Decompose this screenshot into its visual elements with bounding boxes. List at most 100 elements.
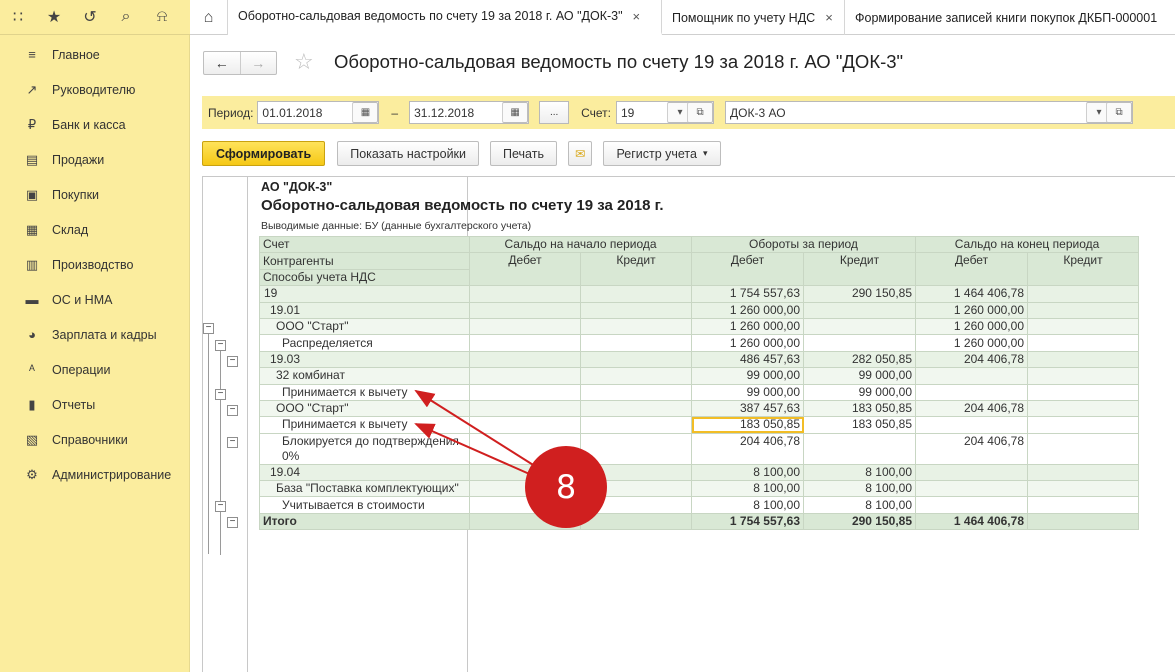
- collapse-toggle[interactable]: −: [215, 340, 226, 351]
- table-row[interactable]: 19.01 1 260 000,00 1 260 000,00: [259, 301, 1139, 319]
- amount-cell[interactable]: [1027, 463, 1139, 482]
- amount-cell[interactable]: 183 050,85: [691, 416, 804, 434]
- amount-cell[interactable]: [915, 480, 1028, 498]
- amount-cell[interactable]: [803, 334, 916, 352]
- sidebar-item-warehouse[interactable]: ▦ Склад: [0, 212, 189, 247]
- amount-cell[interactable]: [580, 317, 692, 336]
- row-label[interactable]: 19: [259, 285, 470, 303]
- tab-osv[interactable]: Оборотно-сальдовая ведомость по счету 19…: [228, 0, 662, 35]
- calendar-icon[interactable]: ▦: [502, 102, 529, 123]
- open-icon[interactable]: ⧉: [687, 102, 713, 123]
- amount-cell[interactable]: [469, 317, 581, 336]
- amount-cell[interactable]: 1 464 406,78: [915, 285, 1028, 303]
- sidebar-item-bank[interactable]: ₽ Банк и касса: [0, 107, 189, 142]
- close-icon[interactable]: ×: [633, 9, 641, 24]
- amount-cell[interactable]: 99 000,00: [691, 367, 804, 385]
- register-button[interactable]: Регистр учета ▾: [603, 141, 721, 166]
- favorite-star-icon[interactable]: ☆: [294, 49, 314, 75]
- amount-cell[interactable]: [915, 463, 1028, 482]
- show-settings-button[interactable]: Показать настройки: [337, 141, 480, 166]
- amount-cell[interactable]: 99 000,00: [803, 383, 916, 401]
- open-icon[interactable]: ⧉: [1106, 102, 1132, 123]
- table-row[interactable]: База "Поставка комплектующих" 8 100,00 8 1…: [259, 480, 1139, 498]
- back-arrow-icon[interactable]: ←: [204, 52, 240, 74]
- collapse-toggle[interactable]: −: [227, 356, 238, 367]
- amount-cell[interactable]: [469, 301, 581, 319]
- period-select-button[interactable]: ...: [539, 101, 570, 124]
- amount-cell[interactable]: [469, 383, 581, 401]
- sidebar-item-directories[interactable]: ▧ Справочники: [0, 422, 189, 457]
- home-icon[interactable]: ⌂: [190, 0, 228, 35]
- email-icon[interactable]: ✉: [567, 141, 593, 166]
- amount-cell[interactable]: 8 100,00: [803, 496, 916, 514]
- amount-cell[interactable]: [1027, 350, 1139, 369]
- star-icon[interactable]: ★: [36, 0, 72, 35]
- amount-cell[interactable]: 8 100,00: [691, 480, 804, 498]
- amount-cell[interactable]: [1027, 399, 1139, 418]
- row-label[interactable]: Принимается к вычету: [259, 416, 470, 434]
- amount-cell[interactable]: 204 406,78: [915, 399, 1028, 418]
- amount-cell[interactable]: 204 406,78: [691, 432, 804, 465]
- amount-cell[interactable]: 204 406,78: [915, 432, 1028, 465]
- row-label[interactable]: Принимается к вычету: [259, 383, 470, 401]
- sidebar-item-purchases[interactable]: ▣ Покупки: [0, 177, 189, 212]
- amount-cell[interactable]: [580, 399, 692, 418]
- amount-cell[interactable]: 1 260 000,00: [915, 334, 1028, 352]
- tab-purchase-book[interactable]: Формирование записей книги покупок ДКБП-…: [845, 0, 1175, 35]
- row-label[interactable]: 19.01: [259, 301, 470, 319]
- row-label[interactable]: ООО "Старт": [259, 317, 470, 336]
- table-row[interactable]: 19.04 8 100,00 8 100,00: [259, 463, 1139, 482]
- amount-cell[interactable]: 1 260 000,00: [915, 301, 1028, 319]
- sidebar-item-sales[interactable]: ▤ Продажи: [0, 142, 189, 177]
- amount-cell[interactable]: [580, 367, 692, 385]
- amount-cell[interactable]: 1 260 000,00: [915, 317, 1028, 336]
- amount-cell[interactable]: 387 457,63: [691, 399, 804, 418]
- table-row[interactable]: Принимается к вычету 99 000,00 99 000,00: [259, 383, 1139, 401]
- amount-cell[interactable]: [580, 301, 692, 319]
- sidebar-item-operations[interactable]: ᴬ Операции: [0, 352, 189, 387]
- amount-cell[interactable]: [580, 416, 692, 434]
- sidebar-item-reports[interactable]: ▮ Отчеты: [0, 387, 189, 422]
- sidebar-item-main[interactable]: ≡ Главное: [0, 37, 189, 72]
- amount-cell[interactable]: 8 100,00: [803, 463, 916, 482]
- amount-cell[interactable]: [469, 285, 581, 303]
- amount-cell[interactable]: 282 050,85: [803, 350, 916, 369]
- amount-cell[interactable]: 8 100,00: [803, 480, 916, 498]
- amount-cell[interactable]: [1027, 416, 1139, 434]
- amount-cell[interactable]: [1027, 367, 1139, 385]
- sidebar-item-production[interactable]: ▥ Производство: [0, 247, 189, 282]
- amount-cell[interactable]: [580, 350, 692, 369]
- collapse-toggle[interactable]: −: [227, 405, 238, 416]
- amount-cell[interactable]: [1027, 334, 1139, 352]
- amount-cell[interactable]: [1027, 432, 1139, 465]
- amount-cell[interactable]: [580, 334, 692, 352]
- row-label[interactable]: 19.03: [259, 350, 470, 369]
- amount-cell[interactable]: [915, 367, 1028, 385]
- amount-cell[interactable]: [580, 383, 692, 401]
- amount-cell[interactable]: [803, 432, 916, 465]
- amount-cell[interactable]: [1027, 496, 1139, 514]
- close-icon[interactable]: ×: [825, 10, 833, 25]
- collapse-toggle[interactable]: −: [215, 389, 226, 400]
- table-row[interactable]: Распределяется 1 260 000,00 1 260 000,00: [259, 334, 1139, 352]
- amount-cell[interactable]: [915, 496, 1028, 514]
- date-from-input[interactable]: 01.01.2018 ▦: [257, 101, 380, 124]
- amount-cell[interactable]: [803, 317, 916, 336]
- generate-button[interactable]: Сформировать: [202, 141, 326, 166]
- amount-cell[interactable]: [803, 301, 916, 319]
- sidebar-item-salary[interactable]: ◕ Зарплата и кадры: [0, 317, 189, 352]
- organization-select[interactable]: ДОК-3 АО ▾ ⧉: [725, 101, 1133, 124]
- apps-grid-icon[interactable]: ∷: [0, 0, 36, 35]
- bell-icon[interactable]: ⍾: [144, 0, 180, 35]
- row-label[interactable]: Распределяется: [259, 334, 470, 352]
- tab-vat-helper[interactable]: Помощник по учету НДС ×: [662, 0, 845, 35]
- row-label[interactable]: 32 комбинат: [259, 367, 470, 385]
- amount-cell[interactable]: 1 260 000,00: [691, 334, 804, 352]
- table-row[interactable]: 19 1 754 557,63 290 150,85 1 464 406,78: [259, 285, 1139, 303]
- total-row[interactable]: Итого 1 754 557,63 290 150,85 1 464 406,78: [259, 512, 1139, 531]
- amount-cell[interactable]: 183 050,85: [803, 416, 916, 434]
- amount-cell[interactable]: 8 100,00: [691, 463, 804, 482]
- amount-cell[interactable]: 1 754 557,63: [691, 285, 804, 303]
- forward-arrow-icon[interactable]: →: [239, 52, 277, 74]
- amount-cell[interactable]: [469, 399, 581, 418]
